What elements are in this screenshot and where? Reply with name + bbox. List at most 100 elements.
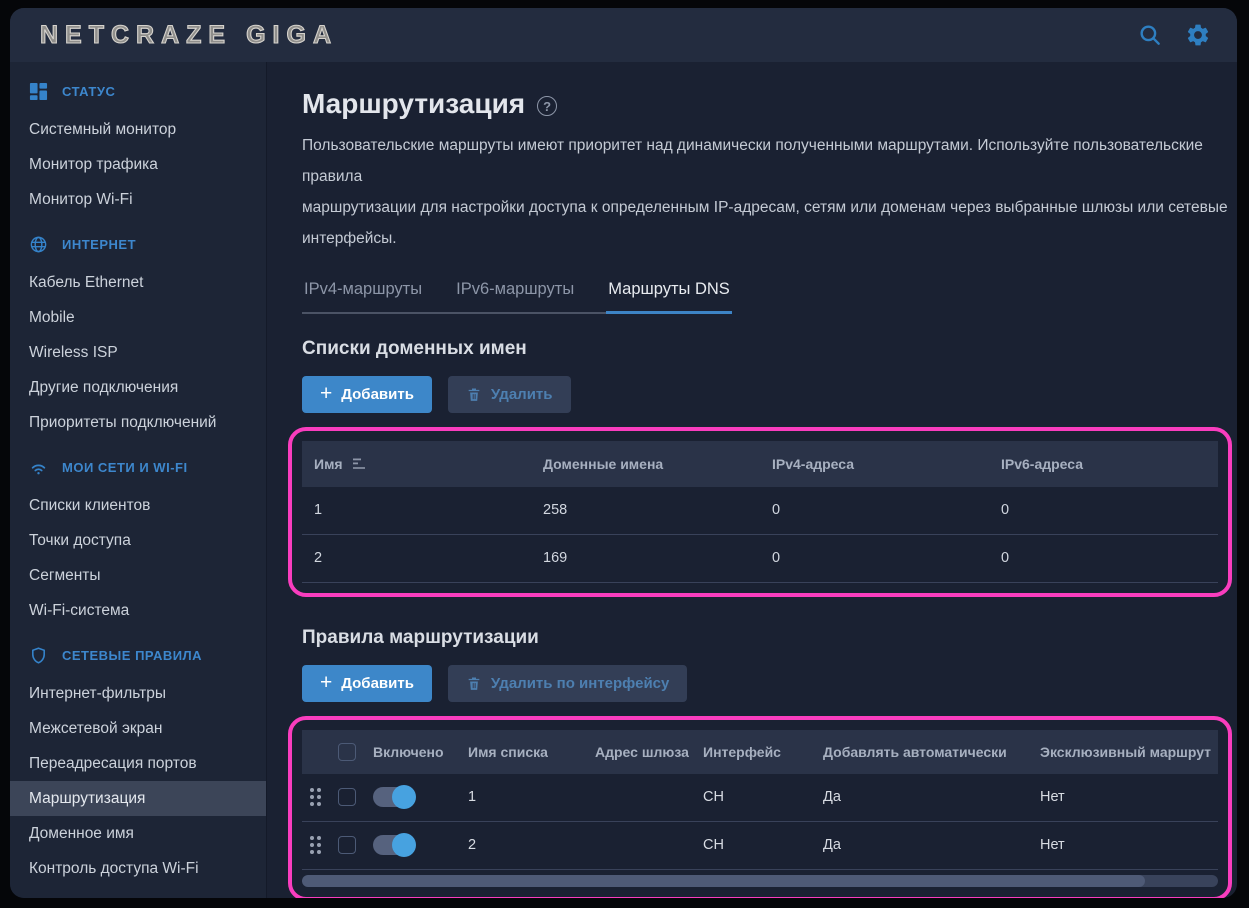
drag-handle-icon[interactable] [310,788,321,806]
tab-ipv6-маршруты[interactable]: IPv6-маршруты [454,274,576,312]
sidebar-item[interactable]: Системный монитор [10,112,266,147]
column-header: Интерфейс [703,744,781,760]
column-header: IPv4-адреса [760,456,989,472]
table-cell: 0 [760,550,989,566]
enabled-toggle[interactable] [373,787,413,807]
header-icons [1137,22,1211,48]
table-row[interactable]: 2 CH Да Нет [302,822,1218,870]
help-icon[interactable]: ? [537,96,557,116]
sidebar-item[interactable]: Другие подключения [10,370,266,405]
routing-rules-table-body: 1 CH Да Нет 2 CH Да Нет [302,774,1218,870]
row-checkbox[interactable] [338,836,356,854]
routing-rules-toolbar: + Добавить Удалить по интерфейсу [302,665,1231,702]
column-header: Эксклюзивный маршрут [1040,744,1211,760]
cell-list-name: 2 [468,837,476,853]
sidebar-item[interactable]: Переадресация портов [10,746,266,781]
column-header: Добавлять автоматически [823,744,1007,760]
plus-icon: + [320,383,332,404]
dashboard-icon [29,82,48,101]
logo-text-giga: GIGA [246,21,338,49]
column-header[interactable]: Имя [302,456,531,472]
sidebar-section-label: МОИ СЕТИ И WI-FI [62,460,188,475]
sidebar-item[interactable]: Wireless ISP [10,335,266,370]
sidebar-section-status: СТАТУС [10,70,266,112]
enabled-toggle[interactable] [373,835,413,855]
cell-exclusive: Нет [1040,837,1065,853]
sidebar-item[interactable]: Монитор Wi-Fi [10,182,266,217]
table-cell: 258 [531,502,760,518]
sidebar-item[interactable]: Монитор трафика [10,147,266,182]
sidebar-item[interactable]: Кабель Ethernet [10,265,266,300]
tab-ipv4-маршруты[interactable]: IPv4-маршруты [302,274,424,312]
description-line: интерфейсы. [302,223,1231,254]
table-cell: 169 [531,550,760,566]
column-header: Доменные имена [531,456,760,472]
delete-domain-list-button[interactable]: Удалить [448,376,571,413]
sidebar-item[interactable]: Маршрутизация [10,781,266,816]
cell-exclusive: Нет [1040,789,1065,805]
sidebar-section-label: СТАТУС [62,84,115,99]
table-row[interactable]: 1 CH Да Нет [302,774,1218,822]
cell-interface: CH [703,789,724,805]
add-domain-list-button[interactable]: + Добавить [302,376,432,413]
sidebar-item[interactable]: Mobile [10,300,266,335]
wifi-icon [29,458,48,477]
domain-lists-table-header: ИмяДоменные именаIPv4-адресаIPv6-адреса [302,441,1218,487]
sidebar-section-networks: МОИ СЕТИ И WI-FI [10,446,266,488]
sidebar-section-label: СЕТЕВЫЕ ПРАВИЛА [62,648,202,663]
sidebar-section-rules: СЕТЕВЫЕ ПРАВИЛА [10,634,266,676]
highlight-box-domain-lists: ИмяДоменные именаIPv4-адресаIPv6-адреса … [288,427,1232,597]
horizontal-scrollbar[interactable] [302,875,1218,887]
sidebar-item[interactable]: Межсетевой экран [10,711,266,746]
cell-interface: CH [703,837,724,853]
page-title-row: Маршрутизация ? [302,88,1231,120]
cell-auto-add: Да [823,789,841,805]
sidebar-section-internet: ИНТЕРНЕТ [10,223,266,265]
sidebar-section-label: ИНТЕРНЕТ [62,237,136,252]
trash-icon [466,386,482,403]
tab-маршруты-dns[interactable]: Маршруты DNS [606,274,732,314]
routing-rules-heading: Правила маршрутизации [302,627,1231,649]
drag-handle-icon[interactable] [310,836,321,854]
sort-icon[interactable] [352,457,367,470]
search-icon[interactable] [1137,22,1163,48]
add-routing-rule-button[interactable]: + Добавить [302,665,432,702]
sidebar-item[interactable]: Списки клиентов [10,488,266,523]
cell-auto-add: Да [823,837,841,853]
sidebar-item[interactable]: Доменное имя [10,816,266,851]
scrollbar-thumb[interactable] [302,875,1145,887]
table-cell: 2 [302,550,531,566]
column-header: Адрес шлюза [595,744,689,760]
domain-lists-toolbar: + Добавить Удалить [302,376,1231,413]
cell-list-name: 1 [468,789,476,805]
trash-icon [466,675,482,692]
routing-rules-table: Включено Имя списка Адрес шлюза Интерфейс До… [302,730,1218,887]
table-row[interactable]: 125800 [302,487,1218,535]
sidebar-item[interactable]: Wi-Fi-система [10,593,266,628]
gear-icon[interactable] [1185,22,1211,48]
table-cell: 0 [989,502,1218,518]
plus-icon: + [320,672,332,693]
select-all-checkbox[interactable] [338,743,356,761]
sidebar-item[interactable]: Интернет-фильтры [10,676,266,711]
highlight-box-routing-rules: Включено Имя списка Адрес шлюза Интерфейс До… [288,716,1232,899]
sidebar-item[interactable]: Точки доступа [10,523,266,558]
column-header: Включено [373,744,444,760]
sidebar-item[interactable]: Контроль доступа Wi-Fi [10,851,266,886]
page-description: Пользовательские маршруты имеют приорите… [302,130,1231,254]
app-window: NETCRAZEGIGA СТАТУССистемный мониторМони… [10,8,1237,898]
domain-lists-heading: Списки доменных имен [302,338,1231,360]
delete-by-interface-button[interactable]: Удалить по интерфейсу [448,665,687,702]
sidebar-item[interactable]: Приоритеты подключений [10,405,266,440]
globe-icon [29,235,48,254]
app-logo: NETCRAZEGIGA [40,21,338,50]
column-header: Имя списка [468,744,548,760]
table-cell: 0 [760,502,989,518]
sidebar-item[interactable]: Сегменты [10,558,266,593]
routing-rules-table-header: Включено Имя списка Адрес шлюза Интерфейс До… [302,730,1218,774]
main-content: Маршрутизация ? Пользовательские маршрут… [267,62,1237,898]
table-row[interactable]: 216900 [302,535,1218,583]
row-checkbox[interactable] [338,788,356,806]
column-header: IPv6-адреса [989,456,1218,472]
tab-bar: IPv4-маршруты IPv6-маршруты Маршруты DNS [302,274,732,314]
